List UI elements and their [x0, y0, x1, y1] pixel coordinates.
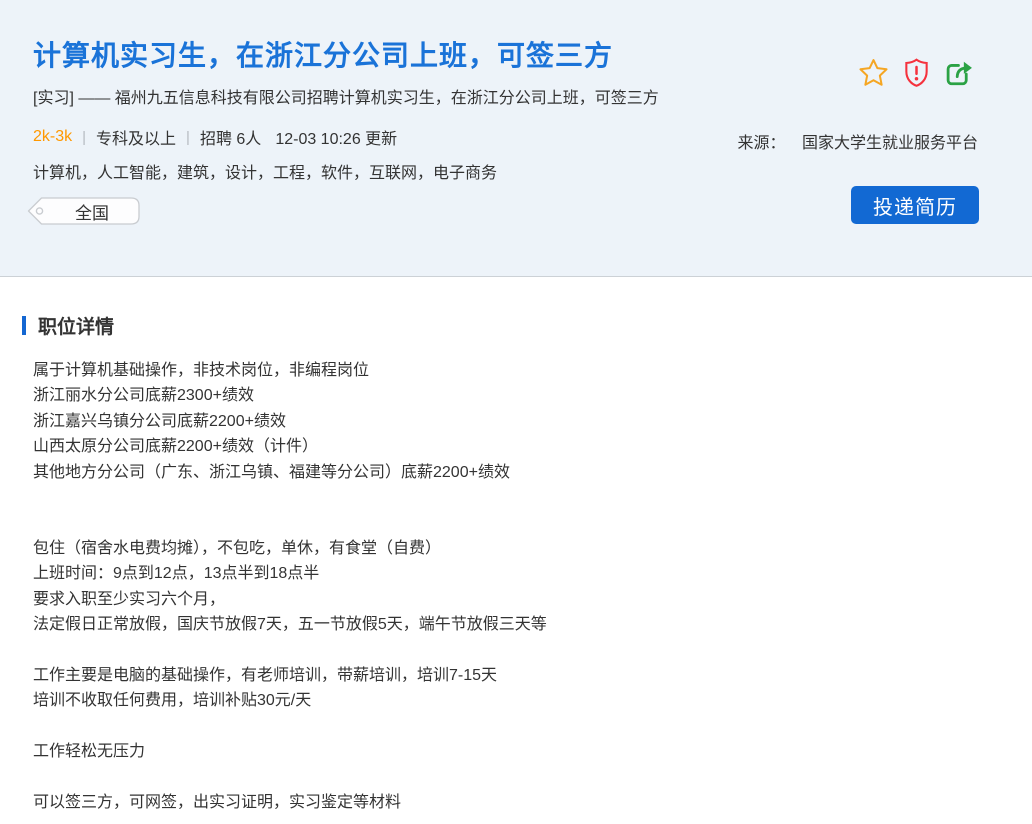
headcount: 招聘 6人 — [200, 125, 261, 149]
description-line: 法定假日正常放假，国庆节放假7天，五一节放假5天，端午节放假三天等 — [33, 612, 993, 637]
meta-separator: | — [82, 129, 86, 146]
description-line: 包住（宿舍水电费均摊），不包吃，单休，有食堂（自费） — [33, 536, 993, 561]
description-line — [33, 510, 993, 535]
job-description: 属于计算机基础操作，非技术岗位，非编程岗位浙江丽水分公司底薪2300+绩效浙江嘉… — [33, 358, 993, 815]
description-line: 工作主要是电脑的基础操作，有老师培训，带薪培训，培训7-15天 — [33, 663, 993, 688]
salary-range: 2k-3k — [33, 128, 72, 146]
shield-alert-icon — [904, 58, 929, 90]
source-value: 国家大学生就业服务平台 — [802, 135, 978, 152]
source-label: 来源： — [738, 135, 786, 152]
description-line: 工作轻松无压力 — [33, 739, 993, 764]
share-icon — [945, 59, 974, 90]
description-line: 培训不收取任何费用，培训补贴30元/天 — [33, 688, 993, 713]
description-line: 其他地方分公司（广东、浙江乌镇、福建等分公司）底薪2200+绩效 — [33, 460, 993, 485]
star-icon — [859, 58, 888, 90]
section-title: 职位详情 — [38, 312, 114, 339]
description-line: 要求入职至少实习六个月， — [33, 587, 993, 612]
header-actions — [858, 58, 974, 90]
location-tag: 全国 — [27, 196, 141, 226]
meta-separator: | — [186, 129, 190, 146]
apply-resume-button[interactable]: 投递简历 — [851, 186, 979, 224]
description-line: 浙江嘉兴乌镇分公司底薪2200+绩效 — [33, 409, 993, 434]
section-accent-bar — [22, 316, 26, 335]
share-button[interactable] — [944, 58, 974, 90]
description-line: 山西太原分公司底薪2200+绩效（计件） — [33, 434, 993, 459]
description-line: 可以签三方，可网签，出实习证明，实习鉴定等材料 — [33, 790, 993, 815]
description-line — [33, 637, 993, 662]
description-line: 浙江丽水分公司底薪2300+绩效 — [33, 383, 993, 408]
location-tag-label: 全国 — [27, 196, 141, 226]
description-line — [33, 765, 993, 790]
job-detail-page: 计算机实习生，在浙江分公司上班，可签三方 — [0, 0, 1032, 824]
description-line: 属于计算机基础操作，非技术岗位，非编程岗位 — [33, 358, 993, 383]
page-title: 计算机实习生，在浙江分公司上班，可签三方 — [33, 34, 613, 74]
source-row: 来源： 国家大学生就业服务平台 — [738, 129, 978, 153]
description-line — [33, 485, 993, 510]
job-subtitle: [实习] —— 福州九五信息科技有限公司招聘计算机实习生，在浙江分公司上班，可签… — [33, 84, 659, 108]
description-line: 上班时间：9点到12点，13点半到18点半 — [33, 561, 993, 586]
updated-time: 12-03 10:26 更新 — [275, 125, 397, 149]
category-tags: 计算机，人工智能，建筑，设计，工程，软件，互联网，电子商务 — [33, 159, 497, 183]
report-button[interactable] — [901, 58, 931, 90]
job-header: 计算机实习生，在浙江分公司上班，可签三方 — [0, 0, 1032, 277]
description-line — [33, 714, 993, 739]
favorite-button[interactable] — [858, 58, 888, 90]
education-requirement: 专科及以上 — [96, 125, 176, 149]
job-meta-row: 2k-3k | 专科及以上 | 招聘 6人 12-03 10:26 更新 — [33, 125, 397, 149]
section-header: 职位详情 — [22, 312, 114, 339]
